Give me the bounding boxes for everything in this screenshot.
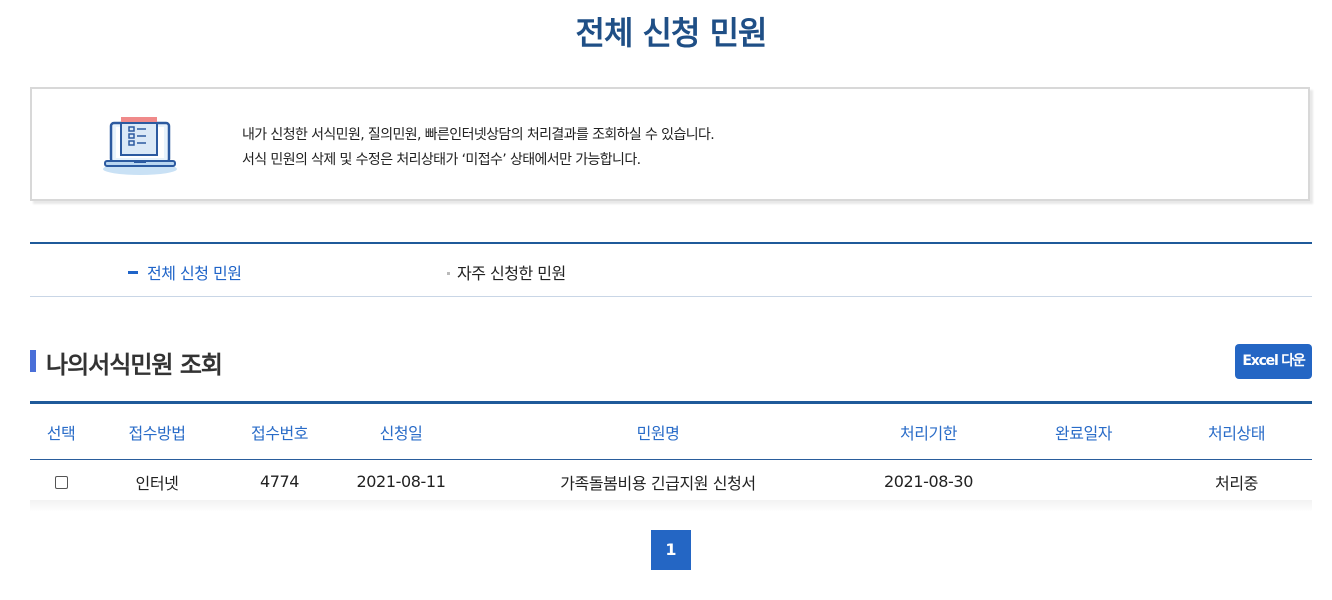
header-number: 접수번호 bbox=[222, 402, 337, 460]
pagination-current-page[interactable]: 1 bbox=[651, 530, 691, 570]
header-method: 접수방법 bbox=[92, 402, 222, 460]
tab-frequent-label: 자주 신청한 민원 bbox=[457, 264, 566, 283]
tab-bar: 전체 신청 민원 자주 신청한 민원 bbox=[30, 242, 1312, 297]
header-complete-date: 완료일자 bbox=[1006, 402, 1161, 460]
row-status: 처리중 bbox=[1161, 459, 1312, 504]
row-number: 4774 bbox=[222, 459, 337, 504]
header-status: 처리상태 bbox=[1161, 402, 1312, 460]
page-title: 전체 신청 민원 bbox=[575, 14, 768, 52]
excel-download-button[interactable]: Excel 다운 bbox=[1235, 344, 1312, 379]
active-dash-icon bbox=[128, 271, 138, 274]
tab-frequent-applications[interactable]: 자주 신청한 민원 bbox=[447, 260, 566, 284]
info-line-1: 내가 신청한 서식민원, 질의민원, 빠른인터넷상담의 처리결과를 조회하실 수… bbox=[242, 127, 715, 143]
table-row: 인터넷 4774 2021-08-11 가족돌봄비용 긴급지원 신청서 2021… bbox=[30, 459, 1312, 504]
info-box: 내가 신청한 서식민원, 질의민원, 빠른인터넷상담의 처리결과를 조회하실 수… bbox=[30, 87, 1310, 201]
row-complete-date bbox=[1006, 459, 1161, 504]
row-method: 인터넷 bbox=[92, 459, 222, 504]
info-text: 내가 신청한 서식민원, 질의민원, 빠른인터넷상담의 처리결과를 조회하실 수… bbox=[242, 123, 715, 173]
application-table: 선택 접수방법 접수번호 신청일 민원명 처리기한 완료일자 처리상태 인터넷 … bbox=[30, 401, 1312, 504]
tab-all-applications[interactable]: 전체 신청 민원 bbox=[128, 260, 242, 284]
tab-all-label: 전체 신청 민원 bbox=[147, 264, 242, 283]
row-due-date: 2021-08-30 bbox=[851, 459, 1006, 504]
table-header-row: 선택 접수방법 접수번호 신청일 민원명 처리기한 완료일자 처리상태 bbox=[30, 402, 1312, 460]
header-name: 민원명 bbox=[465, 402, 851, 460]
info-line-2: 서식 민원의 삭제 및 수정은 처리상태가 ‘미접수’ 상태에서만 가능합니다. bbox=[242, 152, 641, 168]
header-due-date: 처리기한 bbox=[851, 402, 1006, 460]
bullet-icon bbox=[447, 272, 450, 275]
section-title: 나의서식민원 조회 bbox=[30, 345, 223, 380]
row-name[interactable]: 가족돌봄비용 긴급지원 신청서 bbox=[465, 459, 851, 504]
row-checkbox[interactable] bbox=[54, 476, 68, 489]
header-select: 선택 bbox=[30, 402, 92, 460]
laptop-document-icon bbox=[103, 117, 177, 175]
section-title-text: 나의서식민원 조회 bbox=[46, 351, 223, 379]
section-bar-icon bbox=[30, 350, 36, 372]
header-apply-date: 신청일 bbox=[337, 402, 465, 460]
row-apply-date: 2021-08-11 bbox=[337, 459, 465, 504]
row-select-cell bbox=[30, 459, 92, 504]
table-shadow bbox=[30, 500, 1312, 512]
